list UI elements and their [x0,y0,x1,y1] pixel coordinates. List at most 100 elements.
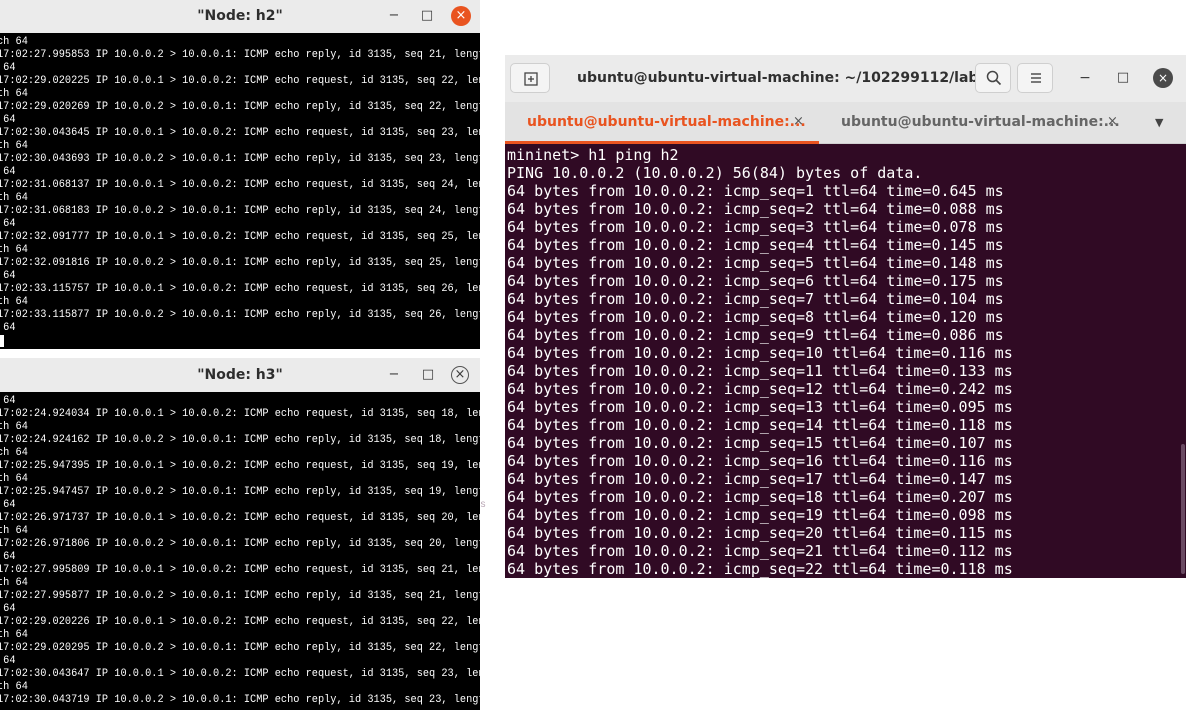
node-h3-terminal-output[interactable]: 64 17:02:24.924034 IP 10.0.0.1 > 10.0.0.2… [0,392,480,710]
terminal-line: 64 bytes from 10.0.0.2: icmp_seq=4 ttl=6… [507,236,1004,254]
terminal-line: th 64 [0,577,28,589]
terminal-line: 64 bytes from 10.0.0.2: icmp_seq=21 ttl=… [507,542,1013,560]
minimize-icon[interactable]: − [384,365,404,385]
terminal-line: mininet> h1 ping h2 [507,146,679,164]
terminal-line: 17:02:29.020226 IP 10.0.0.1 > 10.0.0.2: … [0,616,480,628]
terminal-line: 17:02:26.971806 IP 10.0.0.2 > 10.0.0.1: … [0,538,480,550]
terminal-line: 64 bytes from 10.0.0.2: icmp_seq=1 ttl=6… [507,182,1004,200]
maximize-icon[interactable]: □ [417,6,437,26]
node-h2-terminal-output[interactable]: ch 64 17:02:27.995853 IP 10.0.0.2 > 10.0.… [0,33,480,349]
terminal-headerbar[interactable]: ubuntu@ubuntu-virtual-machine: ~/1022991… [505,55,1186,102]
terminal-line: 64 bytes from 10.0.0.2: icmp_seq=22 ttl=… [507,560,1013,578]
tab-close-icon[interactable]: × [1107,102,1118,142]
terminal-line: 64 [3,166,16,178]
terminal-line: 17:02:29.020269 IP 10.0.0.2 > 10.0.0.1: … [0,101,480,113]
terminal-line: 64 bytes from 10.0.0.2: icmp_seq=18 ttl=… [507,488,1013,506]
close-icon[interactable]: × [451,366,469,384]
search-icon [986,70,1002,86]
terminal-line: 17:02:32.091816 IP 10.0.0.2 > 10.0.0.1: … [0,257,480,269]
terminal-line: 17:02:30.043693 IP 10.0.0.2 > 10.0.0.1: … [0,153,480,165]
terminal-window-title: ubuntu@ubuntu-virtual-machine: ~/1022991… [577,70,989,86]
terminal-line: 17:02:30.043647 IP 10.0.0.1 > 10.0.0.2: … [0,668,480,680]
terminal-line: 17:02:31.068183 IP 10.0.0.2 > 10.0.0.1: … [0,205,480,217]
terminal-line: 64 bytes from 10.0.0.2: icmp_seq=14 ttl=… [507,416,1013,434]
terminal-line: th 64 [0,244,28,256]
node-h2-window[interactable]: "Node: h2" − □ × ch 64 17:02:27.995853 IP… [0,0,480,349]
terminal-line: 64 bytes from 10.0.0.2: icmp_seq=11 ttl=… [507,362,1013,380]
maximize-icon[interactable]: □ [1113,65,1133,91]
terminal-line: ch 64 [0,447,28,459]
terminal-line: 17:02:30.043645 IP 10.0.0.1 > 10.0.0.2: … [0,127,480,139]
terminal-line: 64 bytes from 10.0.0.2: icmp_seq=5 ttl=6… [507,254,1004,272]
node-h2-titlebar[interactable]: "Node: h2" − □ × [0,0,480,33]
terminal-line: 17:02:27.995877 IP 10.0.0.2 > 10.0.0.1: … [0,590,480,602]
tab-close-icon[interactable]: × [793,102,804,142]
terminal-line: 64 bytes from 10.0.0.2: icmp_seq=13 ttl=… [507,398,1013,416]
tab-menu-dropdown-icon[interactable]: ▼ [1155,102,1163,144]
terminal-line: 64 [3,603,16,615]
terminal-tab-1[interactable]: ubuntu@ubuntu-virtual-machine:... × [505,102,819,144]
terminal-line: 17:02:25.947395 IP 10.0.0.1 > 10.0.0.2: … [0,460,480,472]
terminal-line: ch 64 [0,36,28,48]
gnome-terminal-window[interactable]: ubuntu@ubuntu-virtual-machine: ~/1022991… [505,55,1186,578]
terminal-line: 64 [3,62,16,74]
terminal-line: 64 bytes from 10.0.0.2: icmp_seq=15 ttl=… [507,434,1013,452]
terminal-output[interactable]: mininet> h1 ping h2 PING 10.0.0.2 (10.0.0… [505,144,1186,578]
terminal-line: 17:02:27.995809 IP 10.0.0.1 > 10.0.0.2: … [0,564,480,576]
terminal-tab-bar: ubuntu@ubuntu-virtual-machine:... × ubun… [505,102,1186,144]
terminal-line: 64 bytes from 10.0.0.2: icmp_seq=7 ttl=6… [507,290,1004,308]
terminal-line: th 64 [0,88,28,100]
terminal-line: th 64 [0,192,28,204]
terminal-line: PING 10.0.0.2 (10.0.0.2) 56(84) bytes of… [507,164,923,182]
terminal-line: 64 bytes from 10.0.0.2: icmp_seq=20 ttl=… [507,524,1013,542]
terminal-line: 64 bytes from 10.0.0.2: icmp_seq=10 ttl=… [507,344,1013,362]
maximize-icon[interactable]: □ [418,365,438,385]
terminal-line: 17:02:27.995853 IP 10.0.0.2 > 10.0.0.1: … [0,49,480,61]
terminal-line: th 64 [0,681,28,693]
close-glyph: × [454,367,466,382]
hamburger-menu-icon [1031,73,1041,83]
terminal-line: 17:02:24.924034 IP 10.0.0.1 > 10.0.0.2: … [0,408,480,420]
close-icon[interactable]: × [451,6,471,26]
new-tab-icon [524,72,538,86]
terminal-tab-2[interactable]: ubuntu@ubuntu-virtual-machine:... × [819,102,1133,144]
terminal-line: 64 [3,551,16,563]
terminal-scrollbar[interactable] [1181,444,1185,574]
terminal-line: 64 bytes from 10.0.0.2: icmp_seq=6 ttl=6… [507,272,1004,290]
terminal-cursor [0,335,4,347]
terminal-line: 17:02:32.091777 IP 10.0.0.1 > 10.0.0.2: … [0,231,480,243]
terminal-line: 64 bytes from 10.0.0.2: icmp_seq=16 ttl=… [507,452,1013,470]
node-h2-title: "Node: h2" [197,8,283,24]
terminal-line: 17:02:30.043719 IP 10.0.0.2 > 10.0.0.1: … [0,694,480,706]
node-h3-window[interactable]: "Node: h3" − □ × 64 17:02:24.924034 IP 10… [0,358,480,710]
terminal-line: 64 [3,114,16,126]
terminal-line: 64 [3,395,16,407]
terminal-line: 64 [3,322,16,334]
terminal-line: 17:02:24.924162 IP 10.0.0.2 > 10.0.0.1: … [0,434,480,446]
terminal-line: th 64 [0,296,28,308]
terminal-line: 64 bytes from 10.0.0.2: icmp_seq=2 ttl=6… [507,200,1004,218]
terminal-line: 17:02:33.115877 IP 10.0.0.2 > 10.0.0.1: … [0,309,480,321]
terminal-line: 64 bytes from 10.0.0.2: icmp_seq=12 ttl=… [507,380,1013,398]
terminal-line: th 64 [0,421,28,433]
close-icon[interactable]: × [1153,68,1173,88]
menu-button[interactable] [1017,63,1053,93]
terminal-line: 64 bytes from 10.0.0.2: icmp_seq=8 ttl=6… [507,308,1004,326]
tab-label: ubuntu@ubuntu-virtual-machine:... [527,114,806,130]
terminal-line: 64 [3,655,16,667]
close-glyph: × [455,8,467,23]
terminal-line: 64 bytes from 10.0.0.2: icmp_seq=17 ttl=… [507,470,1013,488]
new-tab-button[interactable] [510,63,550,93]
minimize-icon[interactable]: − [384,6,404,26]
node-h3-titlebar[interactable]: "Node: h3" − □ × [0,358,480,392]
tab-label: ubuntu@ubuntu-virtual-machine:... [841,114,1120,130]
search-button[interactable] [975,63,1011,93]
terminal-line: 17:02:29.020295 IP 10.0.0.2 > 10.0.0.1: … [0,642,480,654]
terminal-line: 64 [3,218,16,230]
terminal-line: th 64 [0,629,28,641]
terminal-line: 64 bytes from 10.0.0.2: icmp_seq=3 ttl=6… [507,218,1004,236]
terminal-line: 64 [3,499,16,511]
minimize-icon[interactable]: − [1075,65,1095,91]
terminal-line: th 64 [0,473,28,485]
terminal-line: 17:02:25.947457 IP 10.0.0.2 > 10.0.0.1: … [0,486,480,498]
